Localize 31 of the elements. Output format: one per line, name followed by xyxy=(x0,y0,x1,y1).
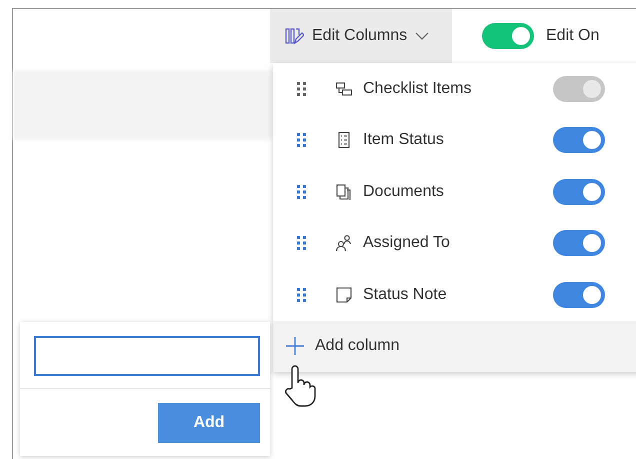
chevron-down-icon xyxy=(415,31,430,41)
column-name: Checklist Items xyxy=(363,78,472,99)
column-name: Assigned To xyxy=(363,233,451,254)
column-name: Item Status xyxy=(363,130,445,150)
drag-handle-icon[interactable] xyxy=(297,82,307,96)
drag-handle-icon[interactable] xyxy=(297,184,307,199)
add-column-button[interactable]: Add column xyxy=(273,320,636,372)
column-name: Documents xyxy=(363,182,445,202)
edit-columns-button[interactable]: Edit Columns xyxy=(270,9,452,63)
column-name-field[interactable] xyxy=(34,336,260,376)
column-toggle[interactable] xyxy=(553,127,605,154)
documents-icon xyxy=(335,182,353,201)
drag-handle-icon[interactable] xyxy=(297,133,307,148)
drag-handle-icon[interactable] xyxy=(297,236,307,250)
hand-cursor-icon xyxy=(283,364,317,408)
plus-icon xyxy=(285,336,305,356)
column-menu-item[interactable]: Assigned To xyxy=(273,218,636,269)
columns-edit-icon xyxy=(284,26,304,46)
edit-toggle[interactable] xyxy=(482,23,534,49)
column-menu-item[interactable]: Documents xyxy=(273,166,636,218)
column-toggle[interactable] xyxy=(553,282,605,308)
column-name: Status Note xyxy=(363,284,448,305)
drag-handle-icon[interactable] xyxy=(297,288,307,302)
note-icon xyxy=(335,286,353,304)
people-icon xyxy=(335,234,353,252)
column-toggle[interactable] xyxy=(553,178,605,205)
column-menu-item[interactable]: Item Status xyxy=(273,114,636,166)
column-menu-item[interactable]: Status Note xyxy=(273,269,636,320)
edit-toggle-label: Edit On xyxy=(546,26,600,46)
hierarchy-icon xyxy=(335,80,353,98)
column-toggle[interactable] xyxy=(553,230,605,256)
